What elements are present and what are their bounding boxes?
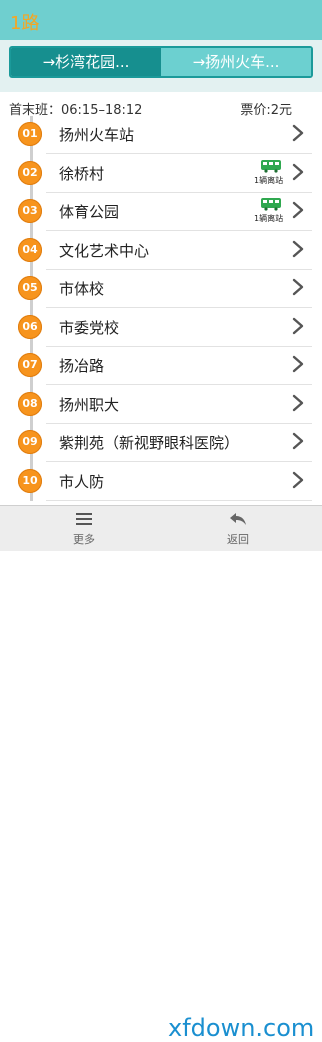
stop-row[interactable]: 02 徐桥村 1辆离站 <box>0 155 322 193</box>
watermark: xfdown.com <box>168 1014 315 1042</box>
stop-row[interactable]: 06 市委党校 <box>0 309 322 347</box>
stop-name: 扬州职大 <box>59 395 120 414</box>
back-button[interactable]: 返回 <box>208 506 268 551</box>
stop-name: 徐桥村 <box>59 164 105 183</box>
chevron-right-icon <box>288 430 308 452</box>
stop-number-badge: 02 <box>18 160 42 185</box>
direction-tab-active[interactable]: →杉湾花园... <box>11 48 161 76</box>
stop-name: 体育公园 <box>59 203 120 221</box>
more-button[interactable]: 更多 <box>54 506 114 551</box>
chevron-right-icon <box>288 122 308 144</box>
stop-row[interactable]: 10 市人防 <box>0 463 322 501</box>
stop-number-badge: 06 <box>18 314 42 339</box>
bus-icon <box>261 159 281 173</box>
bus-status: 1辆离站 <box>254 159 290 189</box>
direction-bar: →杉湾花园... →扬州火车... <box>0 40 322 92</box>
stop-name: 文化艺术中心 <box>59 241 150 260</box>
stop-number-badge: 09 <box>18 430 42 454</box>
stop-row[interactable]: 09 紫荆苑（新视野眼科医院） <box>0 424 322 462</box>
chevron-right-icon <box>288 469 308 491</box>
chevron-right-icon <box>288 392 308 414</box>
stop-row[interactable]: 08 扬州职大 <box>0 386 322 424</box>
stop-name: 扬冶路 <box>59 357 105 375</box>
stop-name: 市体校 <box>59 280 105 298</box>
stop-row[interactable]: 03 体育公园 1辆离站 <box>0 193 322 231</box>
stop-row[interactable]: 07 扬冶路 <box>0 347 322 385</box>
back-label: 返回 <box>227 533 249 546</box>
stop-name: 扬州火车站 <box>59 126 135 144</box>
stop-name: 市人防 <box>59 472 105 491</box>
chevron-right-icon <box>288 276 308 298</box>
title-bar: 1路 <box>0 0 322 40</box>
direction-tab-inactive[interactable]: →扬州火车... <box>161 48 311 76</box>
chevron-right-icon <box>288 238 308 260</box>
bus-status: 1辆离站 <box>254 197 290 227</box>
back-arrow-icon <box>230 513 246 525</box>
chevron-right-icon <box>288 199 308 221</box>
chevron-right-icon <box>288 353 308 375</box>
stop-number-badge: 05 <box>18 276 42 300</box>
direction-toggle: →杉湾花园... →扬州火车... <box>9 46 313 78</box>
stop-name: 市委党校 <box>59 318 120 337</box>
chevron-right-icon <box>288 315 308 337</box>
stop-number-badge: 08 <box>18 391 42 416</box>
bottom-bar: 更多 返回 xfdown.com <box>0 505 322 1042</box>
stop-number-badge: 10 <box>18 468 42 493</box>
stop-row[interactable]: 01 扬州火车站 <box>0 116 322 154</box>
stop-number-badge: 07 <box>18 353 42 377</box>
stop-name: 紫荆苑（新视野眼科医院） <box>59 434 240 452</box>
stop-number-badge: 03 <box>18 199 42 223</box>
stop-number-badge: 04 <box>18 237 42 262</box>
stop-number-badge: 01 <box>18 122 42 146</box>
stop-row[interactable]: 04 文化艺术中心 <box>0 232 322 270</box>
row-divider <box>46 499 312 501</box>
menu-icon <box>76 513 92 525</box>
stop-row[interactable]: 05 市体校 <box>0 270 322 308</box>
bus-icon <box>261 198 281 211</box>
chevron-right-icon <box>288 161 308 183</box>
more-label: 更多 <box>73 533 95 546</box>
route-title: 1路 <box>10 13 40 34</box>
